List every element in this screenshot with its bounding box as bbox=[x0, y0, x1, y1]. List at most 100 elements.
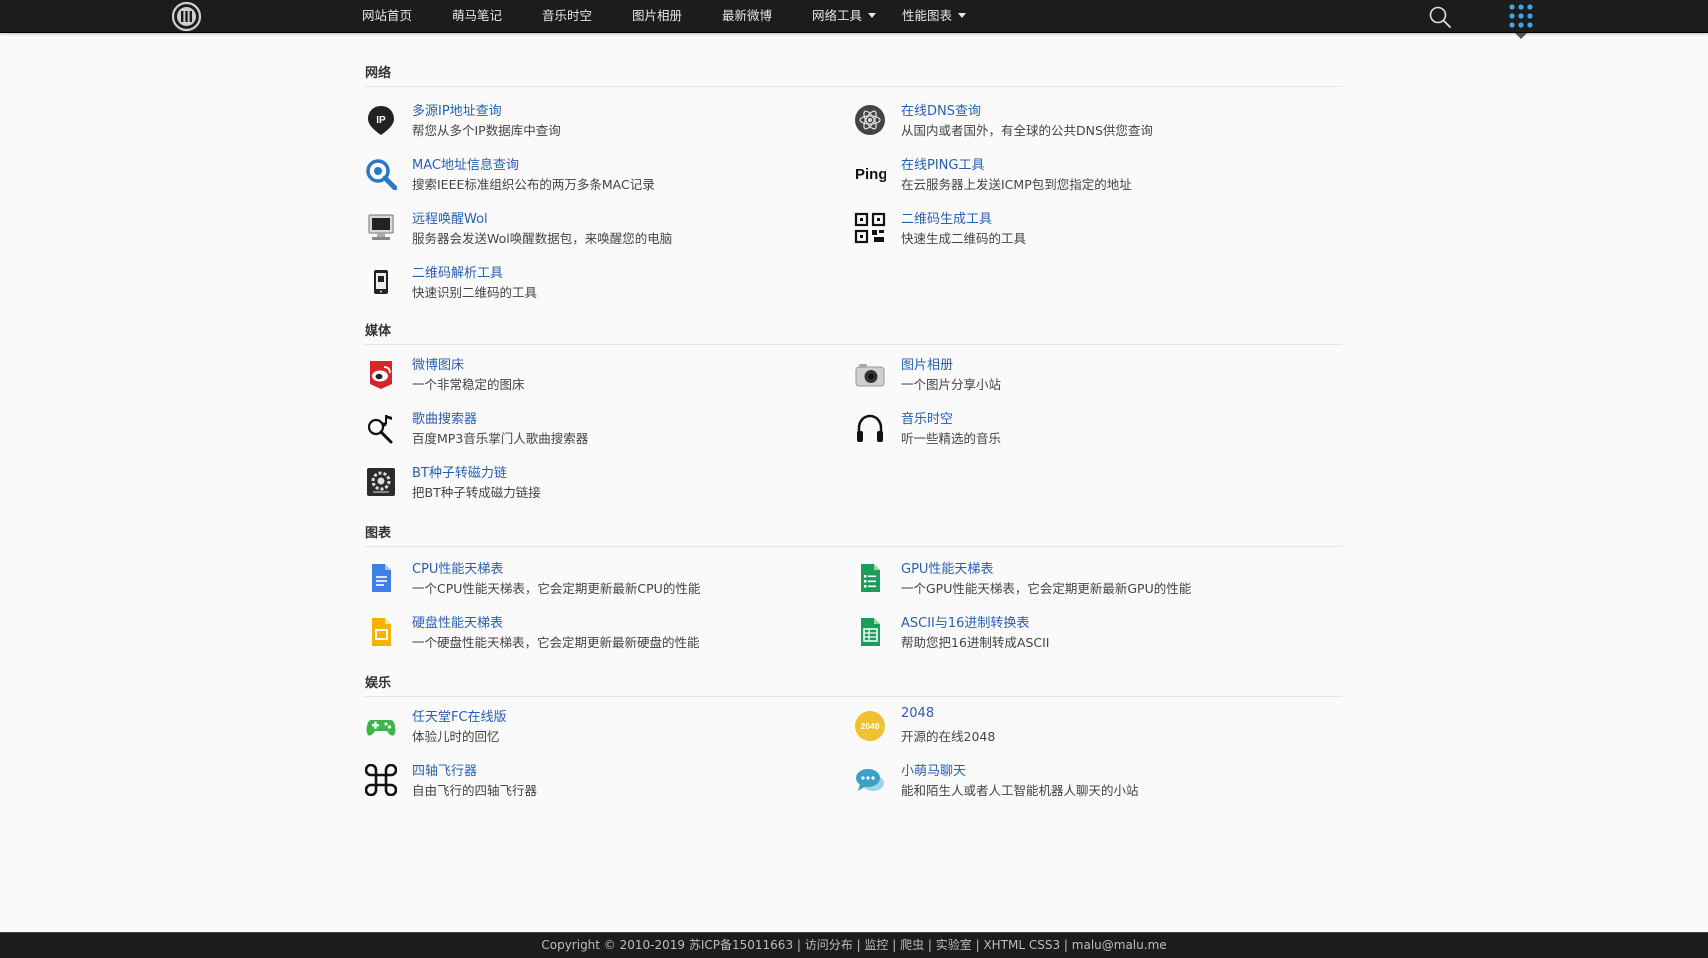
search-icon[interactable] bbox=[1428, 5, 1452, 29]
tool-name[interactable]: 在线DNS查询 bbox=[901, 100, 981, 119]
tool-desc: 搜索IEEE标准组织公布的两万多条MAC记录 bbox=[412, 177, 655, 192]
computer-icon bbox=[365, 212, 397, 244]
tool-ping[interactable]: Ping 在线PING工具 在云服务器上发送ICMP包到您指定的地址 bbox=[854, 154, 1324, 198]
tool-name[interactable]: 多源IP地址查询 bbox=[412, 100, 502, 119]
apps-grid-icon[interactable] bbox=[1508, 3, 1534, 29]
tool-name[interactable]: 音乐时空 bbox=[901, 408, 953, 427]
nav-item-label: 最新微博 bbox=[722, 8, 773, 23]
tool-ip-lookup[interactable]: IP 多源IP地址查询 帮您从多个IP数据库中查询 bbox=[365, 100, 835, 144]
tool-name[interactable]: 四轴飞行器 bbox=[412, 760, 477, 779]
tool-name[interactable]: 图片相册 bbox=[901, 354, 953, 373]
badge-2048-text: 2048 bbox=[861, 721, 880, 731]
chat-bubbles-icon bbox=[854, 764, 886, 796]
tool-desc: 一个图片分享小站 bbox=[901, 377, 1002, 392]
tool-name[interactable]: 小萌马聊天 bbox=[901, 760, 966, 779]
tool-desc: 服务器会发送Wol唤醒数据包，来唤醒您的电脑 bbox=[412, 231, 673, 246]
atom-icon bbox=[854, 104, 886, 136]
badge-2048-icon: 2048 bbox=[854, 710, 886, 742]
tool-2048[interactable]: 2048 2048 开源的在线2048 bbox=[854, 706, 1324, 750]
tool-name[interactable]: ASCII与16进制转换表 bbox=[901, 612, 1029, 631]
tool-name[interactable]: 硬盘性能天梯表 bbox=[412, 612, 503, 631]
tool-desc: 一个GPU性能天梯表，它会定期更新最新GPU的性能 bbox=[901, 581, 1192, 596]
ping-text-icon: Ping bbox=[854, 158, 888, 190]
sheet-green-list-icon bbox=[854, 562, 886, 594]
nav-item-label: 音乐时空 bbox=[542, 8, 593, 23]
tool-desc: 快速生成二维码的工具 bbox=[901, 231, 1027, 246]
section-title: 图表 bbox=[365, 526, 392, 541]
tool-ascii-hex[interactable]: ASCII与16进制转换表 帮助您把16进制转成ASCII bbox=[854, 612, 1324, 656]
tool-gpu-ladder[interactable]: GPU性能天梯表 一个GPU性能天梯表，它会定期更新最新GPU的性能 bbox=[854, 558, 1324, 602]
tool-music[interactable]: 音乐时空 听一些精选的音乐 bbox=[854, 408, 1324, 452]
tool-name[interactable]: 歌曲搜索器 bbox=[412, 408, 477, 427]
tool-desc: 一个非常稳定的图床 bbox=[412, 377, 525, 392]
tool-desc: 帮您从多个IP数据库中查询 bbox=[412, 123, 561, 138]
tool-song-search[interactable]: 歌曲搜索器 百度MP3音乐掌门人歌曲搜索器 bbox=[365, 408, 835, 452]
tool-desc: 体验儿时的回忆 bbox=[412, 729, 500, 744]
tool-weibo-image-host[interactable]: 微博图床 一个非常稳定的图床 bbox=[365, 354, 835, 398]
tool-desc: 百度MP3音乐掌门人歌曲搜索器 bbox=[412, 431, 589, 446]
tool-name[interactable]: 任天堂FC在线版 bbox=[412, 706, 507, 725]
nav-item-label: 性能图表 bbox=[902, 8, 953, 23]
section-title: 娱乐 bbox=[365, 676, 392, 691]
nav-item-performance-charts[interactable]: 性能图表 bbox=[902, 0, 967, 33]
tool-desc: 能和陌生人或者人工智能机器人聊天的小站 bbox=[901, 783, 1139, 798]
section-divider bbox=[365, 344, 1342, 345]
svg-text:IP: IP bbox=[376, 115, 386, 126]
tool-qr-generator[interactable]: 二维码生成工具 快速生成二维码的工具 bbox=[854, 208, 1324, 252]
section-divider bbox=[365, 546, 1342, 547]
nav-item-label: 网站首页 bbox=[362, 8, 413, 23]
doc-blue-icon bbox=[365, 562, 397, 594]
tool-mac-lookup[interactable]: MAC地址信息查询 搜索IEEE标准组织公布的两万多条MAC记录 bbox=[365, 154, 835, 198]
top-navbar: 网站首页 萌马笔记 音乐时空 图片相册 最新微博 网络工具 性能图表 bbox=[0, 0, 1708, 33]
tool-name[interactable]: BT种子转磁力链 bbox=[412, 462, 507, 481]
tool-desc: 从国内或者国外，有全球的公共DNS供您查询 bbox=[901, 123, 1153, 138]
tool-name[interactable]: 在线PING工具 bbox=[901, 154, 984, 173]
nav-item-notes[interactable]: 萌马笔记 bbox=[452, 0, 502, 33]
command-icon bbox=[364, 763, 398, 797]
nav-item-network-tools[interactable]: 网络工具 bbox=[812, 0, 877, 33]
tool-chat[interactable]: 小萌马聊天 能和陌生人或者人工智能机器人聊天的小站 bbox=[854, 760, 1324, 804]
tool-desc: 一个硬盘性能天梯表，它会定期更新最新硬盘的性能 bbox=[412, 635, 700, 650]
camera-icon bbox=[854, 358, 886, 390]
tool-desc: 在云服务器上发送ICMP包到您指定的地址 bbox=[901, 177, 1132, 192]
headphones-icon bbox=[854, 412, 886, 444]
ip-pin-icon: IP bbox=[365, 104, 397, 136]
tool-name[interactable]: MAC地址信息查询 bbox=[412, 154, 519, 173]
tool-name[interactable]: 微博图床 bbox=[412, 354, 464, 373]
apps-menu-pointer bbox=[1515, 33, 1527, 39]
caret-down-icon bbox=[868, 13, 877, 18]
nav-item-photos[interactable]: 图片相册 bbox=[632, 0, 682, 33]
tool-name[interactable]: 2048 bbox=[901, 706, 934, 721]
section-divider bbox=[365, 86, 1342, 87]
tool-disk-ladder[interactable]: 硬盘性能天梯表 一个硬盘性能天梯表，它会定期更新最新硬盘的性能 bbox=[365, 612, 835, 656]
nav-item-label: 网络工具 bbox=[812, 8, 863, 23]
logo-icon[interactable] bbox=[171, 1, 202, 32]
tool-desc: 把BT种子转成磁力链接 bbox=[412, 485, 541, 500]
tool-name[interactable]: 远程唤醒Wol bbox=[412, 208, 488, 227]
phone-scan-icon bbox=[365, 266, 397, 298]
nav-item-weibo[interactable]: 最新微博 bbox=[722, 0, 772, 33]
section-divider bbox=[365, 696, 1342, 697]
nav-item-label: 萌马笔记 bbox=[452, 8, 503, 23]
tool-name[interactable]: GPU性能天梯表 bbox=[901, 558, 993, 577]
tool-cpu-ladder[interactable]: CPU性能天梯表 一个CPU性能天梯表，它会定期更新最新CPU的性能 bbox=[365, 558, 835, 602]
tool-bt-to-magnet[interactable]: BT种子转磁力链 把BT种子转成磁力链接 bbox=[365, 462, 835, 506]
tool-desc: 自由飞行的四轴飞行器 bbox=[412, 783, 538, 798]
tool-name[interactable]: 二维码解析工具 bbox=[412, 262, 503, 281]
tool-quadcopter[interactable]: 四轴飞行器 自由飞行的四轴飞行器 bbox=[364, 760, 835, 804]
tool-photo-album[interactable]: 图片相册 一个图片分享小站 bbox=[854, 354, 1324, 398]
sheet-green-grid-icon bbox=[854, 616, 886, 648]
nav-item-home[interactable]: 网站首页 bbox=[362, 0, 412, 33]
tool-desc: 帮助您把16进制转成ASCII bbox=[901, 635, 1050, 650]
footer-text: Copyright © 2010-2019 苏ICP备15011663 | 访问… bbox=[541, 938, 1167, 952]
music-search-icon bbox=[365, 412, 397, 444]
tool-wake-on-lan[interactable]: 远程唤醒Wol 服务器会发送Wol唤醒数据包，来唤醒您的电脑 bbox=[365, 208, 835, 252]
torrent-gear-icon bbox=[365, 466, 397, 498]
tool-nes-online[interactable]: 任天堂FC在线版 体验儿时的回忆 bbox=[365, 706, 835, 750]
nav-item-music[interactable]: 音乐时空 bbox=[542, 0, 592, 33]
tool-dns-lookup[interactable]: 在线DNS查询 从国内或者国外，有全球的公共DNS供您查询 bbox=[854, 100, 1324, 144]
weibo-icon bbox=[365, 358, 397, 390]
tool-name[interactable]: 二维码生成工具 bbox=[901, 208, 992, 227]
tool-qr-decoder[interactable]: 二维码解析工具 快速识别二维码的工具 bbox=[365, 262, 835, 306]
tool-name[interactable]: CPU性能天梯表 bbox=[412, 558, 503, 577]
